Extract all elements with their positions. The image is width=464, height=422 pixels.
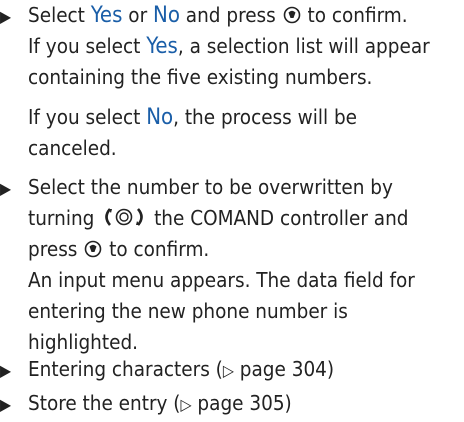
step-bullet: ▶ bbox=[0, 179, 12, 198]
step1-line1: Select Yes or No and press to confirm. bbox=[28, 0, 408, 31]
controller-press-icon bbox=[84, 240, 102, 258]
step2-line2: turning the COMAND controller and bbox=[28, 203, 408, 234]
text: the COMAND controller and bbox=[154, 206, 409, 230]
page-reference-icon: ▷ bbox=[222, 361, 234, 380]
page-reference-link[interactable]: page 304) bbox=[234, 357, 334, 381]
step2-line4: An input menu appears. The data field fo… bbox=[28, 268, 415, 292]
controller-turn-icon bbox=[105, 208, 144, 226]
text: and press bbox=[179, 3, 276, 27]
manual-page: ▶ Select Yes or No and press to confirm.… bbox=[0, 0, 464, 422]
controller-press-icon bbox=[283, 6, 300, 24]
text: If you select bbox=[28, 105, 147, 129]
step1-line3: containing the five existing numbers. bbox=[28, 65, 373, 89]
step1-line4: If you select No, the process will be bbox=[28, 102, 357, 133]
text: Store the entry ( bbox=[28, 391, 181, 415]
step-bullet: ▶ bbox=[0, 395, 12, 414]
option-no: No bbox=[146, 105, 174, 130]
step2-line3: press to confirm. bbox=[28, 234, 209, 265]
text: , the process will be bbox=[173, 105, 358, 129]
step3-line: Entering characters (▷ page 304) bbox=[28, 354, 334, 386]
option-no: No bbox=[153, 3, 180, 28]
text: If you select bbox=[28, 34, 147, 58]
text: Entering characters ( bbox=[28, 357, 223, 381]
option-yes: Yes bbox=[90, 3, 123, 28]
text: or bbox=[122, 3, 154, 27]
text: to confirm. bbox=[109, 237, 210, 261]
step4-line: Store the entry (▷ page 305) bbox=[28, 388, 292, 420]
step2-line5: entering the new phone number is bbox=[28, 299, 348, 323]
text: turning bbox=[28, 206, 95, 230]
option-yes: Yes bbox=[146, 34, 178, 59]
step1-line2: If you select Yes, a selection list will… bbox=[28, 31, 430, 62]
step2-line1: Select the number to be overwritten by bbox=[28, 175, 393, 199]
text: Select bbox=[28, 3, 91, 27]
text: to confirm. bbox=[301, 3, 408, 27]
page-reference-link[interactable]: page 305) bbox=[192, 391, 291, 415]
step1-line5: canceled. bbox=[28, 136, 117, 160]
text: press bbox=[28, 237, 78, 261]
step-bullet: ▶ bbox=[0, 7, 12, 26]
step-bullet: ▶ bbox=[0, 361, 12, 380]
text: , a selection list will appear bbox=[177, 34, 430, 58]
page-reference-icon: ▷ bbox=[180, 395, 192, 414]
